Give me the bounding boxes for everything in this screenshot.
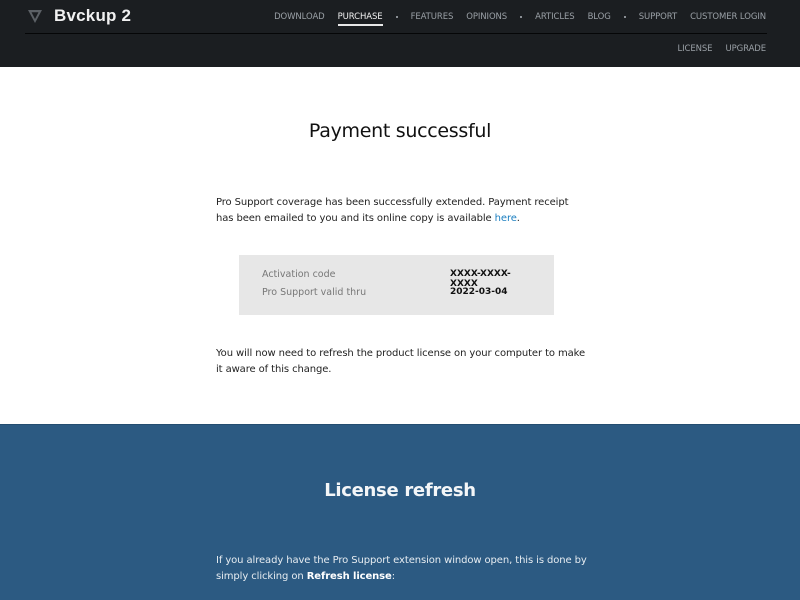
nav-features[interactable]: FEATURES xyxy=(411,12,454,22)
nav-opinions[interactable]: OPINIONS xyxy=(466,12,507,22)
bvckup-logo-icon xyxy=(28,10,42,23)
header-divider xyxy=(25,33,767,34)
refresh-notice: You will now need to refresh the product… xyxy=(216,348,586,375)
refresh-license-term: Refresh license xyxy=(306,570,392,582)
valid-thru-label: Pro Support valid thru xyxy=(262,287,367,298)
license-refresh-section: License refresh If you already have the … xyxy=(0,424,800,600)
instructions-end: : xyxy=(391,570,395,582)
site-header: Bvckup 2 DOWNLOAD PURCHASE FEATURES OPIN… xyxy=(0,0,800,67)
license-info-box: Activation code XXXX-XXXX-XXXX Pro Suppo… xyxy=(239,255,554,315)
main-nav: DOWNLOAD PURCHASE FEATURES OPINIONS ARTI… xyxy=(261,12,766,26)
receipt-link[interactable]: here xyxy=(495,213,517,224)
nav-blog[interactable]: BLOG xyxy=(588,12,611,22)
license-refresh-title: License refresh xyxy=(324,480,476,501)
activation-code-row: Activation code XXXX-XXXX-XXXX xyxy=(262,269,531,289)
nav-support[interactable]: SUPPORT xyxy=(639,12,677,22)
sub-nav: LICENSE UPGRADE xyxy=(664,44,766,54)
payment-message-end: . xyxy=(516,212,520,224)
valid-thru-value: 2022-03-04 xyxy=(450,287,508,297)
valid-thru-row: Pro Support valid thru 2022-03-04 xyxy=(262,287,531,301)
payment-section: Payment successful Pro Support coverage … xyxy=(0,67,800,424)
nav-customer-login[interactable]: CUSTOMER LOGIN xyxy=(690,12,766,22)
nav-articles[interactable]: ARTICLES xyxy=(535,12,575,22)
nav-separator xyxy=(395,16,398,18)
instructions-text: If you already have the Pro Support exte… xyxy=(216,555,587,582)
nav-separator xyxy=(623,16,626,18)
payment-message: Pro Support coverage has been successful… xyxy=(216,195,586,226)
subnav-license[interactable]: LICENSE xyxy=(677,44,712,54)
subnav-upgrade[interactable]: UPGRADE xyxy=(725,44,766,54)
page-title: Payment successful xyxy=(308,120,492,142)
logo[interactable]: Bvckup 2 xyxy=(27,6,131,26)
activation-code-label: Activation code xyxy=(262,269,336,280)
activation-code-value: XXXX-XXXX-XXXX xyxy=(450,269,511,289)
nav-separator xyxy=(520,16,523,18)
nav-download[interactable]: DOWNLOAD xyxy=(274,12,325,22)
nav-purchase[interactable]: PURCHASE xyxy=(337,12,383,26)
license-refresh-instructions: If you already have the Pro Support exte… xyxy=(216,553,588,584)
app-name: Bvckup 2 xyxy=(54,6,132,25)
